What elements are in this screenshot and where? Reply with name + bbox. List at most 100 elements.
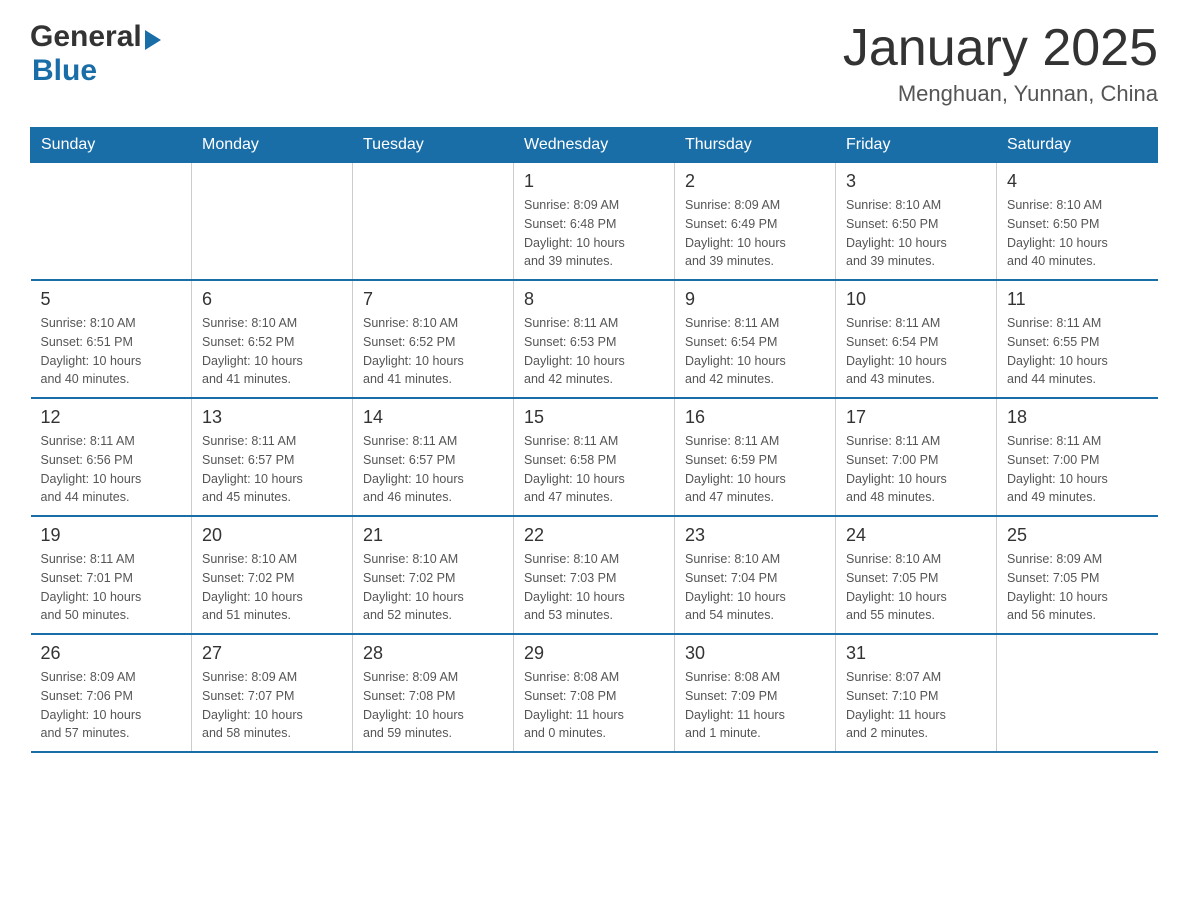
day-info: Sunrise: 8:11 AM Sunset: 6:57 PM Dayligh… xyxy=(363,432,503,507)
day-number: 14 xyxy=(363,407,503,428)
calendar-cell: 21 Sunrise: 8:10 AM Sunset: 7:02 PM Dayli… xyxy=(353,516,514,634)
week-row-1: 1 Sunrise: 8:09 AM Sunset: 6:48 PM Daylig… xyxy=(31,163,1158,281)
logo-blue-text: Blue xyxy=(32,54,97,87)
page-header: General Blue January 2025 Menghuan, Yunn… xyxy=(30,20,1158,107)
calendar-cell: 2 Sunrise: 8:09 AM Sunset: 6:49 PM Daylig… xyxy=(675,163,836,281)
day-info: Sunrise: 8:11 AM Sunset: 6:58 PM Dayligh… xyxy=(524,432,664,507)
day-info: Sunrise: 8:10 AM Sunset: 6:50 PM Dayligh… xyxy=(1007,196,1148,271)
day-info: Sunrise: 8:09 AM Sunset: 7:05 PM Dayligh… xyxy=(1007,550,1148,625)
calendar-cell: 14 Sunrise: 8:11 AM Sunset: 6:57 PM Dayli… xyxy=(353,398,514,516)
day-info: Sunrise: 8:10 AM Sunset: 7:05 PM Dayligh… xyxy=(846,550,986,625)
week-row-4: 19 Sunrise: 8:11 AM Sunset: 7:01 PM Dayli… xyxy=(31,516,1158,634)
month-year-title: January 2025 xyxy=(843,20,1158,77)
day-info: Sunrise: 8:09 AM Sunset: 6:49 PM Dayligh… xyxy=(685,196,825,271)
day-number: 4 xyxy=(1007,171,1148,192)
header-tuesday: Tuesday xyxy=(353,128,514,163)
day-number: 9 xyxy=(685,289,825,310)
day-info: Sunrise: 8:11 AM Sunset: 6:56 PM Dayligh… xyxy=(41,432,182,507)
day-number: 24 xyxy=(846,525,986,546)
calendar-cell: 9 Sunrise: 8:11 AM Sunset: 6:54 PM Daylig… xyxy=(675,280,836,398)
day-number: 18 xyxy=(1007,407,1148,428)
calendar-cell: 26Sunrise: 8:09 AM Sunset: 7:06 PM Dayli… xyxy=(31,634,192,752)
day-info: Sunrise: 8:11 AM Sunset: 6:59 PM Dayligh… xyxy=(685,432,825,507)
week-row-5: 26Sunrise: 8:09 AM Sunset: 7:06 PM Dayli… xyxy=(31,634,1158,752)
day-number: 29 xyxy=(524,643,664,664)
calendar-cell: 29 Sunrise: 8:08 AM Sunset: 7:08 PM Dayli… xyxy=(514,634,675,752)
day-number: 7 xyxy=(363,289,503,310)
day-number: 27 xyxy=(202,643,342,664)
day-number: 31 xyxy=(846,643,986,664)
calendar-cell: 10 Sunrise: 8:11 AM Sunset: 6:54 PM Dayli… xyxy=(836,280,997,398)
calendar-cell: 6 Sunrise: 8:10 AM Sunset: 6:52 PM Daylig… xyxy=(192,280,353,398)
logo: General Blue xyxy=(30,20,161,88)
calendar-cell: 3 Sunrise: 8:10 AM Sunset: 6:50 PM Daylig… xyxy=(836,163,997,281)
calendar-cell xyxy=(353,163,514,281)
header-friday: Friday xyxy=(836,128,997,163)
day-info: Sunrise: 8:10 AM Sunset: 7:02 PM Dayligh… xyxy=(363,550,503,625)
calendar-cell: 20 Sunrise: 8:10 AM Sunset: 7:02 PM Dayli… xyxy=(192,516,353,634)
calendar-cell xyxy=(31,163,192,281)
calendar-cell: 11 Sunrise: 8:11 AM Sunset: 6:55 PM Dayli… xyxy=(997,280,1158,398)
header-wednesday: Wednesday xyxy=(514,128,675,163)
calendar-cell: 1 Sunrise: 8:09 AM Sunset: 6:48 PM Daylig… xyxy=(514,163,675,281)
day-info: Sunrise: 8:10 AM Sunset: 7:02 PM Dayligh… xyxy=(202,550,342,625)
day-number: 5 xyxy=(41,289,182,310)
day-number: 15 xyxy=(524,407,664,428)
day-info: Sunrise: 8:10 AM Sunset: 6:51 PM Dayligh… xyxy=(41,314,182,389)
calendar-cell: 22Sunrise: 8:10 AM Sunset: 7:03 PM Dayli… xyxy=(514,516,675,634)
day-info: Sunrise: 8:09 AM Sunset: 6:48 PM Dayligh… xyxy=(524,196,664,271)
day-info: Sunrise: 8:11 AM Sunset: 6:54 PM Dayligh… xyxy=(685,314,825,389)
week-row-3: 12 Sunrise: 8:11 AM Sunset: 6:56 PM Dayli… xyxy=(31,398,1158,516)
day-number: 26 xyxy=(41,643,182,664)
day-info: Sunrise: 8:11 AM Sunset: 6:55 PM Dayligh… xyxy=(1007,314,1148,389)
day-number: 20 xyxy=(202,525,342,546)
calendar-cell: 18 Sunrise: 8:11 AM Sunset: 7:00 PM Dayli… xyxy=(997,398,1158,516)
day-info: Sunrise: 8:10 AM Sunset: 6:50 PM Dayligh… xyxy=(846,196,986,271)
calendar-cell xyxy=(997,634,1158,752)
calendar-cell: 17 Sunrise: 8:11 AM Sunset: 7:00 PM Dayli… xyxy=(836,398,997,516)
calendar-table: SundayMondayTuesdayWednesdayThursdayFrid… xyxy=(30,127,1158,753)
day-number: 21 xyxy=(363,525,503,546)
day-number: 17 xyxy=(846,407,986,428)
calendar-cell: 31 Sunrise: 8:07 AM Sunset: 7:10 PM Dayli… xyxy=(836,634,997,752)
calendar-cell: 4 Sunrise: 8:10 AM Sunset: 6:50 PM Daylig… xyxy=(997,163,1158,281)
calendar-cell: 13Sunrise: 8:11 AM Sunset: 6:57 PM Dayli… xyxy=(192,398,353,516)
day-number: 3 xyxy=(846,171,986,192)
day-info: Sunrise: 8:08 AM Sunset: 7:09 PM Dayligh… xyxy=(685,668,825,743)
day-info: Sunrise: 8:11 AM Sunset: 7:01 PM Dayligh… xyxy=(41,550,182,625)
day-number: 23 xyxy=(685,525,825,546)
day-info: Sunrise: 8:10 AM Sunset: 6:52 PM Dayligh… xyxy=(363,314,503,389)
calendar-cell: 28 Sunrise: 8:09 AM Sunset: 7:08 PM Dayli… xyxy=(353,634,514,752)
day-info: Sunrise: 8:11 AM Sunset: 6:54 PM Dayligh… xyxy=(846,314,986,389)
day-number: 19 xyxy=(41,525,182,546)
day-info: Sunrise: 8:11 AM Sunset: 7:00 PM Dayligh… xyxy=(846,432,986,507)
calendar-cell: 15 Sunrise: 8:11 AM Sunset: 6:58 PM Dayli… xyxy=(514,398,675,516)
day-number: 11 xyxy=(1007,289,1148,310)
day-info: Sunrise: 8:10 AM Sunset: 6:52 PM Dayligh… xyxy=(202,314,342,389)
calendar-cell: 16 Sunrise: 8:11 AM Sunset: 6:59 PM Dayli… xyxy=(675,398,836,516)
week-row-2: 5 Sunrise: 8:10 AM Sunset: 6:51 PM Daylig… xyxy=(31,280,1158,398)
day-number: 1 xyxy=(524,171,664,192)
calendar-cell: 19 Sunrise: 8:11 AM Sunset: 7:01 PM Dayli… xyxy=(31,516,192,634)
calendar-cell: 30Sunrise: 8:08 AM Sunset: 7:09 PM Dayli… xyxy=(675,634,836,752)
day-info: Sunrise: 8:09 AM Sunset: 7:07 PM Dayligh… xyxy=(202,668,342,743)
day-info: Sunrise: 8:11 AM Sunset: 7:00 PM Dayligh… xyxy=(1007,432,1148,507)
logo-arrow-icon xyxy=(145,30,161,50)
calendar-header-row: SundayMondayTuesdayWednesdayThursdayFrid… xyxy=(31,128,1158,163)
day-number: 2 xyxy=(685,171,825,192)
day-number: 10 xyxy=(846,289,986,310)
day-number: 16 xyxy=(685,407,825,428)
header-monday: Monday xyxy=(192,128,353,163)
day-number: 8 xyxy=(524,289,664,310)
day-info: Sunrise: 8:09 AM Sunset: 7:08 PM Dayligh… xyxy=(363,668,503,743)
header-sunday: Sunday xyxy=(31,128,192,163)
day-number: 12 xyxy=(41,407,182,428)
day-info: Sunrise: 8:10 AM Sunset: 7:03 PM Dayligh… xyxy=(524,550,664,625)
day-info: Sunrise: 8:10 AM Sunset: 7:04 PM Dayligh… xyxy=(685,550,825,625)
day-info: Sunrise: 8:08 AM Sunset: 7:08 PM Dayligh… xyxy=(524,668,664,743)
day-number: 28 xyxy=(363,643,503,664)
day-number: 6 xyxy=(202,289,342,310)
calendar-cell: 8Sunrise: 8:11 AM Sunset: 6:53 PM Daylig… xyxy=(514,280,675,398)
day-info: Sunrise: 8:07 AM Sunset: 7:10 PM Dayligh… xyxy=(846,668,986,743)
calendar-cell: 25Sunrise: 8:09 AM Sunset: 7:05 PM Dayli… xyxy=(997,516,1158,634)
